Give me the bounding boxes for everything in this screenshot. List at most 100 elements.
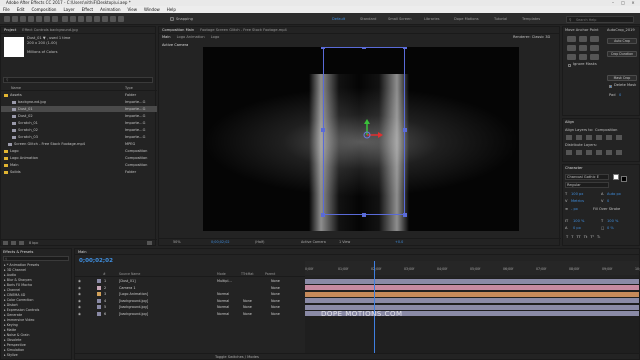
anchor-ml-button[interactable] [567, 45, 576, 51]
handle-top-center[interactable] [362, 47, 366, 49]
project-item[interactable]: Main Composition [1, 162, 157, 168]
auto-crop-button[interactable]: Auto Crop [607, 38, 637, 44]
layer-name[interactable]: [background.jpg] [119, 311, 148, 317]
tab-project[interactable]: Project [1, 27, 19, 33]
snapping-checkbox[interactable] [170, 17, 174, 21]
visibility-eye-icon[interactable]: ◉ [78, 311, 81, 317]
project-item[interactable]: background.jpg Importe...G [1, 99, 157, 105]
layer-mode[interactable]: Normal [217, 304, 229, 310]
layer-row[interactable]: ◉ 4 [background.jpg] Normal None None [75, 298, 305, 304]
anchor-tl-button[interactable] [567, 36, 576, 42]
pen-tool-icon[interactable] [70, 16, 76, 22]
distribute-hcenter-icon[interactable] [606, 150, 612, 155]
workspace-default[interactable]: Default [332, 16, 345, 22]
layer-mode[interactable]: Normal [217, 298, 229, 304]
anchor-br-button[interactable] [590, 54, 599, 60]
layer-duration-bar[interactable] [305, 285, 639, 290]
interpret-footage-icon[interactable] [3, 241, 8, 245]
layer-row[interactable]: ◉ 1 [Dust_01] Multipl… None [75, 278, 305, 284]
project-item[interactable]: Logo Animation Composition [1, 155, 157, 161]
crop-duration-button[interactable]: Crop Duration [607, 51, 637, 57]
layer-row[interactable]: ◉ 2 Camera 1 None [75, 285, 305, 291]
font-size-value[interactable]: 100 px [571, 192, 583, 197]
stroke-width-value[interactable]: - px [571, 207, 578, 212]
resolution-select[interactable]: (Half) [255, 239, 264, 246]
menu-animation[interactable]: Animation [100, 6, 120, 13]
project-item[interactable]: Assets Folder [1, 92, 157, 98]
layer-duration-bar[interactable] [305, 291, 639, 297]
menu-file[interactable]: File [3, 6, 10, 13]
handle-top-left[interactable] [321, 47, 325, 49]
menu-window[interactable]: Window [144, 6, 160, 13]
type-tool-icon[interactable] [78, 16, 84, 22]
tab-footage[interactable]: Footage Screen Glitch - Free Stock Foota… [197, 27, 290, 33]
pan-behind-tool-icon[interactable] [52, 16, 58, 22]
hand-tool-icon[interactable] [20, 16, 26, 22]
fill-color-swatch[interactable] [613, 174, 619, 180]
layer-name[interactable]: [background.jpg] [119, 304, 148, 310]
handle-mid-left[interactable] [321, 128, 325, 132]
project-item[interactable]: Screen Glitch - Free Stock Footage.mp4 MP… [1, 141, 157, 147]
project-item[interactable]: Dust_01 Importe...G [1, 106, 157, 112]
layer-parent[interactable]: None [271, 304, 280, 310]
rectangle-tool-icon[interactable] [62, 16, 68, 22]
effect-category[interactable]: ▸ Stylize [4, 353, 18, 358]
workspace-standard[interactable]: Standard [360, 16, 376, 22]
layer-name[interactable]: [Logo Animation] [119, 291, 148, 297]
layer-mode[interactable]: Normal [217, 291, 229, 297]
visibility-eye-icon[interactable]: ◉ [78, 285, 81, 291]
label-color-swatch[interactable] [97, 305, 101, 309]
layer-row[interactable]: ◉ 3 [Logo Animation] Normal None [75, 291, 305, 297]
align-vcenter-icon[interactable] [606, 135, 612, 140]
roto-brush-tool-icon[interactable] [110, 16, 116, 22]
selection-tool-icon[interactable] [12, 16, 18, 22]
distribute-vcenter-icon[interactable] [576, 150, 582, 155]
layer-name[interactable]: [Dust_01] [119, 278, 136, 284]
new-composition-icon[interactable] [19, 241, 24, 245]
layer-parent[interactable]: None [271, 291, 280, 297]
effects-search-input[interactable]: ⚲ [3, 256, 69, 261]
kerning-value[interactable]: Metrics [571, 199, 584, 204]
camera-tool-icon[interactable] [44, 16, 50, 22]
menu-composition[interactable]: Composition [31, 6, 56, 13]
ignore-masks-checkbox[interactable] [568, 64, 571, 67]
project-item[interactable]: Solids Folder [1, 169, 157, 175]
align-hcenter-icon[interactable] [576, 135, 582, 140]
project-item[interactable]: Scratch_02 Importe...G [1, 127, 157, 133]
eraser-tool-icon[interactable] [102, 16, 108, 22]
visibility-eye-icon[interactable]: ◉ [78, 278, 81, 284]
layer-name[interactable]: Camera 1 [119, 285, 136, 291]
rotate-tool-icon[interactable] [36, 16, 42, 22]
anchor-bc-button[interactable] [578, 54, 588, 60]
subtab-main[interactable]: Main [159, 34, 174, 40]
layer-parent[interactable]: None [271, 278, 280, 284]
menu-help[interactable]: Help [167, 6, 176, 13]
label-color-swatch[interactable] [97, 311, 101, 316]
workspace-templates[interactable]: Templates [522, 16, 540, 22]
home-tool-icon[interactable] [4, 16, 10, 22]
zoom-tool-icon[interactable] [28, 16, 34, 22]
project-item[interactable]: Logo Composition [1, 148, 157, 154]
handle-mid-right[interactable] [403, 128, 407, 132]
menu-view[interactable]: View [128, 6, 138, 13]
anchor-mr-button[interactable] [590, 45, 599, 51]
brush-tool-icon[interactable] [86, 16, 92, 22]
bpc-label[interactable]: 8 bpc [29, 240, 38, 246]
align-right-icon[interactable] [586, 135, 592, 140]
project-search-input[interactable]: ⚲ [3, 77, 153, 83]
playhead[interactable] [373, 261, 375, 353]
menu-layer[interactable]: Layer [63, 6, 74, 13]
tab-effect-controls[interactable]: Effect Controls background.jpg [19, 27, 80, 33]
faux-italic-button[interactable]: T [571, 235, 573, 241]
superscript-button[interactable]: T¹ [590, 235, 594, 241]
horizontal-scale-value[interactable]: 100 % [607, 219, 618, 224]
layer-parent[interactable]: None [271, 311, 280, 317]
project-item[interactable]: Scratch_03 Importe...G [1, 134, 157, 140]
layer-row[interactable]: ◉ 6 [background.jpg] Normal None None [75, 311, 305, 317]
stroke-color-swatch[interactable] [621, 176, 627, 182]
timeline-timecode[interactable]: 0;00;02;02 [79, 258, 113, 264]
handle-top-right[interactable] [403, 47, 407, 49]
anchor-c-button[interactable] [578, 45, 588, 51]
subtab-logo-animation[interactable]: Logo Animation [174, 34, 208, 40]
subtab-logo[interactable]: Logo [208, 34, 223, 40]
